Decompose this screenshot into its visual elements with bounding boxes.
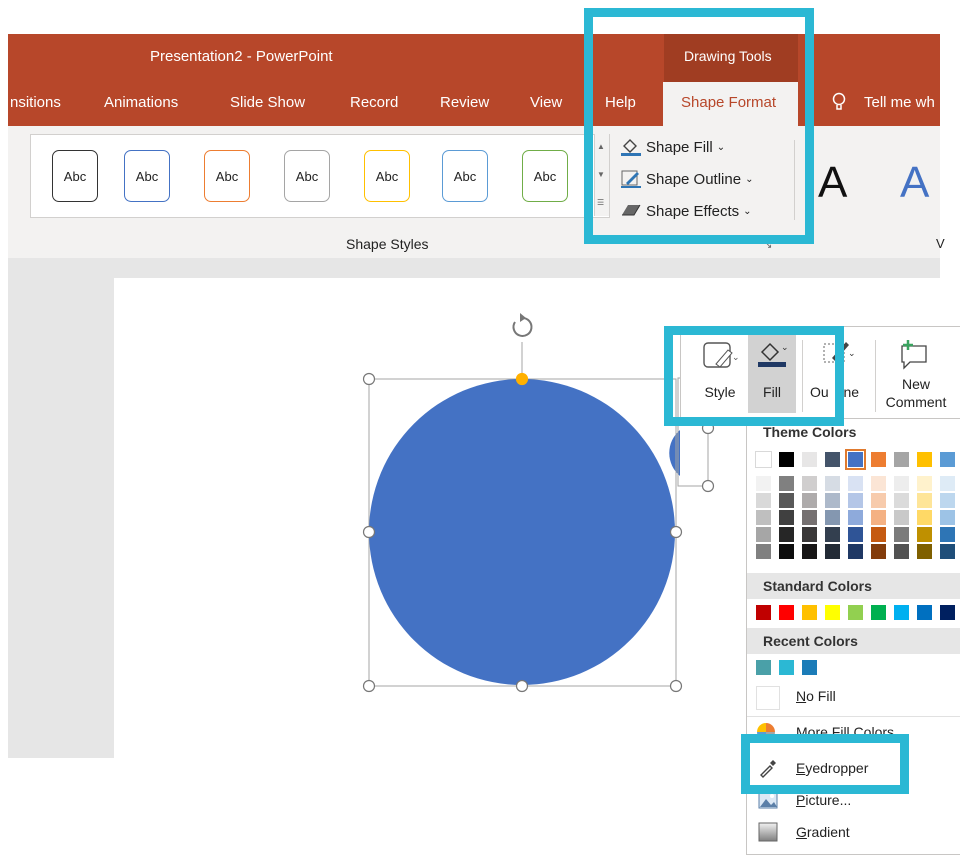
theme-shade-swatch[interactable] — [779, 527, 794, 542]
theme-shade-swatch[interactable] — [871, 544, 886, 559]
theme-color-swatch[interactable] — [894, 452, 909, 467]
recent-color-swatch[interactable] — [756, 660, 771, 675]
theme-shade-swatch[interactable] — [894, 493, 909, 508]
standard-color-swatch[interactable] — [940, 605, 955, 620]
theme-shade-swatch[interactable] — [802, 493, 817, 508]
standard-color-swatch[interactable] — [917, 605, 932, 620]
theme-color-swatch[interactable] — [755, 451, 772, 468]
theme-shade-swatch[interactable] — [917, 510, 932, 525]
theme-shade-swatch[interactable] — [871, 527, 886, 542]
theme-shade-swatch[interactable] — [779, 493, 794, 508]
theme-shade-swatch[interactable] — [802, 510, 817, 525]
theme-shade-swatch[interactable] — [917, 527, 932, 542]
theme-shade-swatch[interactable] — [802, 544, 817, 559]
theme-shade-swatch[interactable] — [848, 476, 863, 491]
gradient-icon — [758, 822, 778, 845]
new-comment-label-1[interactable]: New — [878, 376, 954, 392]
theme-shade-swatch[interactable] — [756, 493, 771, 508]
blue-circle-shape[interactable] — [369, 379, 675, 685]
theme-shade-swatch[interactable] — [848, 493, 863, 508]
mini-divider — [875, 340, 876, 412]
theme-shade-swatch[interactable] — [779, 544, 794, 559]
standard-color-swatch[interactable] — [756, 605, 771, 620]
theme-shade-swatch[interactable] — [917, 493, 932, 508]
theme-shade-swatch[interactable] — [871, 493, 886, 508]
theme-shade-swatch[interactable] — [917, 544, 932, 559]
svg-text:⌄: ⌄ — [848, 348, 856, 358]
theme-shade-swatch[interactable] — [779, 510, 794, 525]
theme-shade-swatch[interactable] — [848, 510, 863, 525]
theme-shade-swatch[interactable] — [848, 544, 863, 559]
theme-shade-swatch[interactable] — [940, 510, 955, 525]
theme-shade-swatch[interactable] — [825, 544, 840, 559]
menu-separator — [747, 716, 960, 717]
theme-color-swatch[interactable] — [871, 452, 886, 467]
highlight-eyedropper — [741, 734, 909, 794]
theme-shade-swatch[interactable] — [825, 510, 840, 525]
theme-color-swatch[interactable] — [802, 452, 817, 467]
standard-color-swatch[interactable] — [848, 605, 863, 620]
theme-shade-swatch[interactable] — [940, 544, 955, 559]
theme-shade-swatch[interactable] — [871, 476, 886, 491]
no-fill-label: o Fill — [806, 688, 836, 704]
theme-shade-swatch[interactable] — [894, 527, 909, 542]
recent-color-swatch[interactable] — [802, 660, 817, 675]
theme-shade-swatch[interactable] — [940, 527, 955, 542]
standard-color-swatch[interactable] — [802, 605, 817, 620]
theme-shade-swatch[interactable] — [825, 476, 840, 491]
theme-shade-swatch[interactable] — [825, 527, 840, 542]
gradient-item[interactable]: Gradient — [796, 824, 850, 840]
highlight-drawing-tools — [584, 8, 814, 244]
highlight-fill-button — [664, 326, 844, 426]
theme-color-swatch[interactable] — [825, 452, 840, 467]
theme-shade-swatch[interactable] — [825, 493, 840, 508]
theme-shade-swatch[interactable] — [894, 510, 909, 525]
theme-shade-swatch[interactable] — [802, 476, 817, 491]
theme-shade-swatch[interactable] — [802, 527, 817, 542]
theme-shade-swatch[interactable] — [894, 476, 909, 491]
standard-color-swatch[interactable] — [894, 605, 909, 620]
standard-color-swatch[interactable] — [779, 605, 794, 620]
picture-item[interactable]: Picture... — [796, 792, 851, 808]
theme-color-swatch[interactable] — [845, 449, 866, 470]
new-comment-label-2[interactable]: Comment — [878, 394, 954, 410]
standard-color-swatch[interactable] — [825, 605, 840, 620]
theme-shade-swatch[interactable] — [756, 476, 771, 491]
theme-shade-swatch[interactable] — [940, 493, 955, 508]
theme-shade-swatch[interactable] — [871, 510, 886, 525]
theme-shade-swatch[interactable] — [894, 544, 909, 559]
theme-color-swatch[interactable] — [917, 452, 932, 467]
theme-shade-swatch[interactable] — [756, 510, 771, 525]
new-comment-icon — [896, 338, 932, 373]
theme-color-swatch[interactable] — [779, 452, 794, 467]
recent-color-swatch[interactable] — [779, 660, 794, 675]
no-fill-swatch-icon — [756, 686, 780, 710]
theme-shade-swatch[interactable] — [940, 476, 955, 491]
theme-shade-swatch[interactable] — [779, 476, 794, 491]
theme-shade-swatch[interactable] — [756, 544, 771, 559]
theme-color-swatch[interactable] — [940, 452, 955, 467]
no-fill-item[interactable]: No Fill — [796, 688, 836, 704]
rotate-handle-icon[interactable] — [512, 313, 533, 337]
recent-colors-header: Recent Colors — [747, 628, 960, 654]
theme-shade-swatch[interactable] — [848, 527, 863, 542]
standard-colors-header: Standard Colors — [747, 573, 960, 599]
theme-shade-swatch[interactable] — [756, 527, 771, 542]
standard-color-swatch[interactable] — [871, 605, 886, 620]
theme-shade-swatch[interactable] — [917, 476, 932, 491]
